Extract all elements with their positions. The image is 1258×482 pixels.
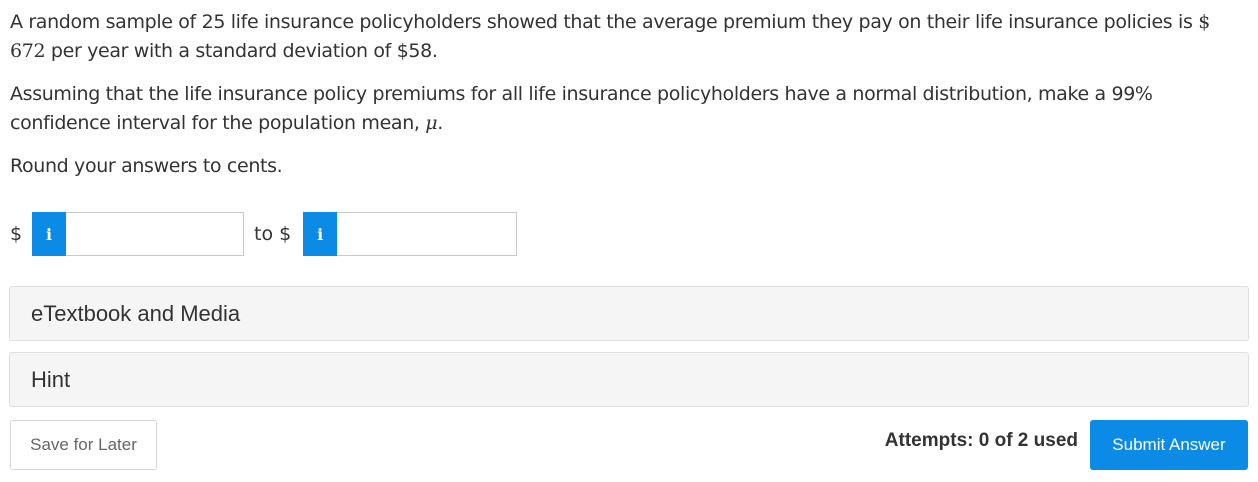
question-p2-tail: .: [437, 112, 443, 134]
hint-label: Hint: [31, 366, 71, 392]
mu-symbol: μ: [425, 112, 438, 134]
save-for-later-button[interactable]: Save for Later: [10, 420, 157, 470]
attempts-counter: Attempts: 0 of 2 used: [884, 430, 1078, 451]
submit-answer-button[interactable]: Submit Answer: [1090, 420, 1248, 470]
question-text: A random sample of 25 life insurance pol…: [10, 8, 1250, 195]
hint-panel[interactable]: Hint: [9, 352, 1249, 407]
answer-row: $ i to $ i: [10, 212, 518, 256]
question-p1-text: A random sample of 25 life insurance pol…: [10, 11, 1199, 33]
question-p2-text: Assuming that the life insurance policy …: [10, 83, 1153, 134]
question-paragraph-2: Assuming that the life insurance policy …: [10, 80, 1250, 138]
lower-bound-input[interactable]: [66, 212, 244, 256]
etextbook-panel[interactable]: eTextbook and Media: [9, 286, 1249, 341]
question-p1-tail: per year with a standard deviation of $5…: [45, 40, 438, 62]
info-icon[interactable]: i: [32, 212, 66, 256]
info-icon[interactable]: i: [303, 212, 338, 256]
upper-bound-input[interactable]: [337, 212, 518, 256]
question-paragraph-1: A random sample of 25 life insurance pol…: [10, 8, 1250, 66]
question-paragraph-3: Round your answers to cents.: [10, 155, 283, 177]
currency-label: $: [10, 223, 23, 245]
etextbook-label: eTextbook and Media: [31, 300, 241, 326]
to-label: to $: [254, 223, 292, 245]
